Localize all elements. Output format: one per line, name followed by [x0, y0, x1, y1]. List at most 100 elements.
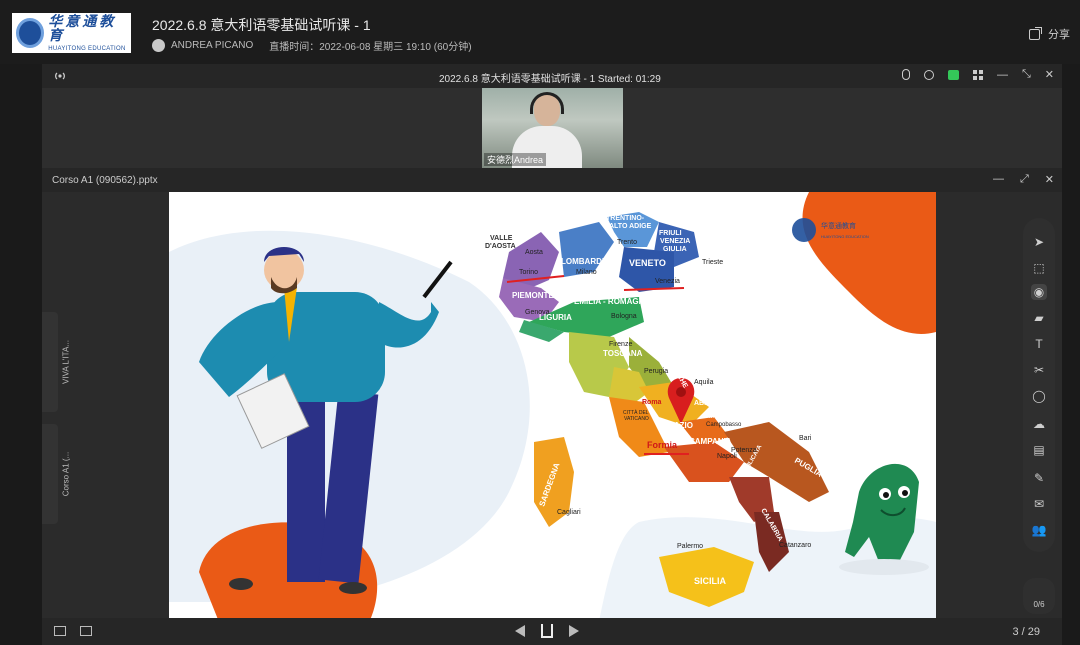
cloud-icon[interactable]: ☁ [1031, 416, 1047, 432]
svg-text:Firenze: Firenze [609, 341, 632, 348]
page-indicator: 3 / 29 [1012, 626, 1040, 638]
svg-text:Venezia: Venezia [655, 278, 680, 285]
svg-text:Genova: Genova [525, 309, 550, 316]
side-tab-corso-label: Corso A1 (... [61, 451, 71, 497]
document-name: Corso A1 (090562).pptx [52, 175, 158, 186]
share-button[interactable]: 分享 [1029, 26, 1070, 42]
brand-name-cn: 华意通教育 [48, 13, 117, 43]
document-bar: Corso A1 (090562).pptx — ⤢ ✕ [42, 168, 1062, 192]
svg-text:VENEZIA: VENEZIA [660, 238, 690, 245]
svg-text:GIULIA: GIULIA [663, 246, 687, 253]
side-tab-viva[interactable]: VIVA L'ITA... [42, 312, 70, 412]
svg-text:MOLISE: MOLISE [709, 414, 732, 420]
share-label: 分享 [1048, 29, 1070, 41]
microphone-icon[interactable] [901, 69, 910, 80]
live-time: 直播时间：2022-06-08 星期三 19:10 (60分钟) [269, 42, 472, 53]
svg-text:SICILIA: SICILIA [694, 576, 727, 586]
svg-text:Torino: Torino [519, 269, 538, 276]
slide-canvas: Formia TRENTINO- ALTO ADIGE FRIULI VENEZ… [169, 192, 936, 622]
svg-text:LOMBARDIA: LOMBARDIA [561, 257, 610, 266]
svg-text:Aosta: Aosta [525, 249, 543, 256]
svg-text:Catanzaro: Catanzaro [779, 542, 811, 549]
svg-text:CITTÀ DEL: CITTÀ DEL [623, 409, 649, 416]
pages-button[interactable]: 0/6 [1023, 578, 1055, 614]
thumbnail-icon[interactable] [80, 626, 92, 636]
doc-close-icon[interactable]: ✕ [1045, 173, 1054, 186]
svg-text:TOSCANA: TOSCANA [603, 349, 643, 358]
avatar [152, 39, 165, 52]
right-margin [1062, 64, 1080, 645]
chat-icon[interactable]: ✉ [1031, 496, 1047, 512]
video-name-label: 安德烈Andrea [484, 153, 547, 166]
svg-text:Cagliari: Cagliari [557, 509, 581, 516]
svg-text:Campobasso: Campobasso [706, 422, 742, 428]
svg-text:Milano: Milano [576, 269, 597, 276]
total-pages: 29 [1027, 626, 1040, 638]
marker-icon[interactable]: ▰ [1031, 310, 1047, 326]
course-title: 2022.6.8 意大利语零基础试听课 - 1 [152, 17, 371, 33]
toolbox-icon[interactable]: ▤ [1031, 442, 1047, 458]
slide-stage: VIVA L'ITA... Corso A1 (... Formia TRENT… [42, 192, 1062, 622]
restore-icon[interactable]: ⤡ [1022, 68, 1031, 81]
svg-text:Palermo: Palermo [677, 543, 703, 550]
svg-text:Perugia: Perugia [644, 368, 668, 375]
brand-name-en: HUAYITONG EDUCATION [48, 46, 126, 52]
brand-logo: 华意通教育 HUAYITONG EDUCATION [12, 13, 131, 53]
left-margin [0, 64, 42, 645]
svg-text:Roma: Roma [642, 399, 662, 406]
current-page: 3 [1012, 626, 1019, 638]
broadcast-icon [55, 72, 65, 80]
svg-text:LAZIO: LAZIO [669, 421, 693, 430]
svg-text:Trento: Trento [617, 239, 637, 246]
svg-text:Trieste: Trieste [702, 259, 723, 266]
svg-text:Bologna: Bologna [611, 313, 637, 320]
screen-share-icon[interactable] [947, 69, 959, 80]
eraser-icon[interactable]: ◉ [1031, 284, 1047, 300]
camera-icon[interactable] [923, 69, 934, 80]
slide-control-icon[interactable] [541, 624, 553, 638]
svg-text:TRENTINO-: TRENTINO- [606, 215, 645, 222]
edit-icon[interactable]: ✎ [1031, 470, 1047, 486]
side-tab-corso[interactable]: Corso A1 (... [42, 424, 71, 524]
host-name: ANDREA PICANO [171, 40, 254, 51]
svg-text:VALLE: VALLE [490, 235, 513, 242]
minimize-icon[interactable]: — [997, 69, 1008, 81]
users-icon[interactable]: 👥 [1031, 522, 1047, 538]
teacher-video[interactable]: 安德烈Andrea [482, 88, 623, 168]
side-tab-viva-label: VIVA L'ITA... [61, 340, 71, 384]
classroom-frame: 2022.6.8 意大利语零基础试听课 - 1 Started: 01:29 —… [42, 64, 1062, 645]
slide-brand-en: HUAYITONG EDUCATION [821, 234, 869, 239]
whiteboard-toolbox: ➤ ⬚ ◉ ▰ T ✂ ◯ ☁ ▤ ✎ ✉ 👥 [1023, 218, 1055, 552]
svg-text:D'AOSTA: D'AOSTA [485, 243, 516, 250]
svg-text:FRIULI: FRIULI [659, 230, 682, 237]
meeting-title: 2022.6.8 意大利语零基础试听课 - 1 Started: 01:29 [439, 74, 661, 85]
area-select-icon[interactable]: ⬚ [1031, 260, 1047, 276]
doc-fullscreen-icon[interactable]: ⤢ [1020, 173, 1029, 186]
svg-text:Potenza: Potenza [731, 447, 757, 454]
doc-minimize-icon[interactable]: — [993, 173, 1004, 186]
pages-label: 0/6 [1033, 600, 1045, 609]
select-icon[interactable]: ➤ [1031, 234, 1047, 250]
svg-text:Bari: Bari [799, 435, 812, 442]
annotation-formia: Formia [647, 440, 678, 450]
logo-emblem-icon [16, 18, 45, 48]
svg-text:EMILIA - ROMAGNA: EMILIA - ROMAGNA [574, 297, 650, 306]
share-icon [1029, 26, 1042, 40]
scissors-icon[interactable]: ✂ [1031, 362, 1047, 378]
svg-text:VENETO: VENETO [629, 258, 666, 268]
svg-text:ALTO ADIGE: ALTO ADIGE [609, 223, 652, 230]
video-strip: 安德烈Andrea [42, 88, 1062, 168]
shape-icon[interactable]: ◯ [1031, 388, 1047, 404]
text-icon[interactable]: T [1031, 336, 1047, 352]
svg-text:Aquila: Aquila [694, 379, 714, 386]
layout-grid-icon[interactable] [972, 69, 983, 80]
svg-text:CAMPANIA: CAMPANIA [689, 437, 732, 446]
course-meta: ANDREA PICANO 直播时间：2022-06-08 星期三 19:10 … [152, 38, 472, 53]
presentation-slide[interactable]: Formia TRENTINO- ALTO ADIGE FRIULI VENEZ… [169, 192, 936, 622]
sidebar-toggle-icon[interactable] [54, 626, 66, 636]
slide-brand-cn: 华意通教育 [821, 221, 856, 230]
close-icon[interactable]: ✕ [1045, 68, 1054, 81]
app-window: 华意通教育 HUAYITONG EDUCATION 2022.6.8 意大利语零… [0, 0, 1080, 645]
prev-page-icon[interactable] [515, 625, 525, 637]
next-page-icon[interactable] [569, 625, 579, 637]
